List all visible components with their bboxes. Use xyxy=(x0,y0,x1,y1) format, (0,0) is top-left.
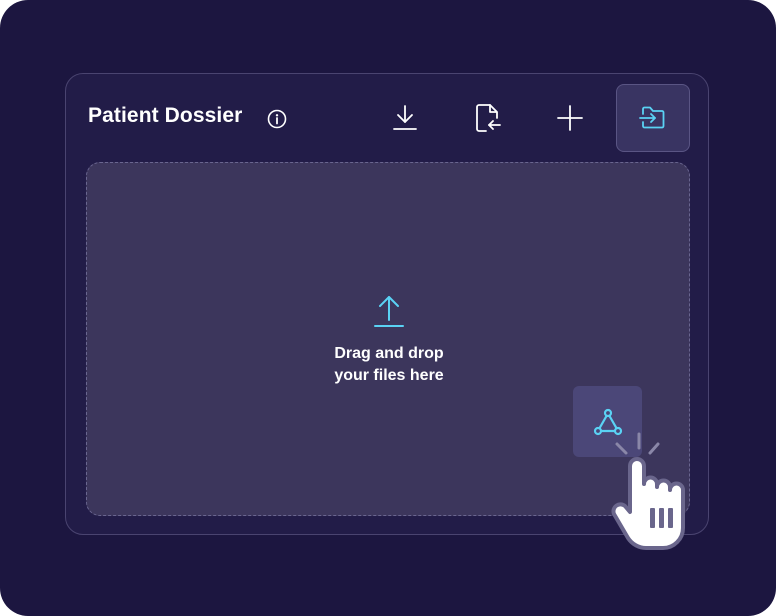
upload-icon xyxy=(374,296,404,327)
move-to-folder-button[interactable] xyxy=(616,84,690,152)
download-button[interactable] xyxy=(368,84,442,152)
import-file-button[interactable] xyxy=(451,84,525,152)
hand-pointer-click-icon xyxy=(611,432,685,550)
plus-icon xyxy=(557,105,583,131)
dropzone-hint-line2: your files here xyxy=(334,367,444,384)
dropzone-hint: Drag and drop your files here xyxy=(87,343,691,387)
dropzone-hint-line1: Drag and drop xyxy=(334,345,444,362)
page-title: Patient Dossier xyxy=(88,104,243,127)
file-dropzone[interactable]: Drag and drop your files here xyxy=(86,162,690,516)
app-frame: Patient Dossier Drag and drop your files… xyxy=(0,0,776,616)
folder-enter-icon xyxy=(639,106,665,129)
download-icon xyxy=(393,105,417,130)
add-button[interactable] xyxy=(533,84,607,152)
file-import-icon xyxy=(476,104,501,132)
info-icon[interactable] xyxy=(266,108,288,130)
